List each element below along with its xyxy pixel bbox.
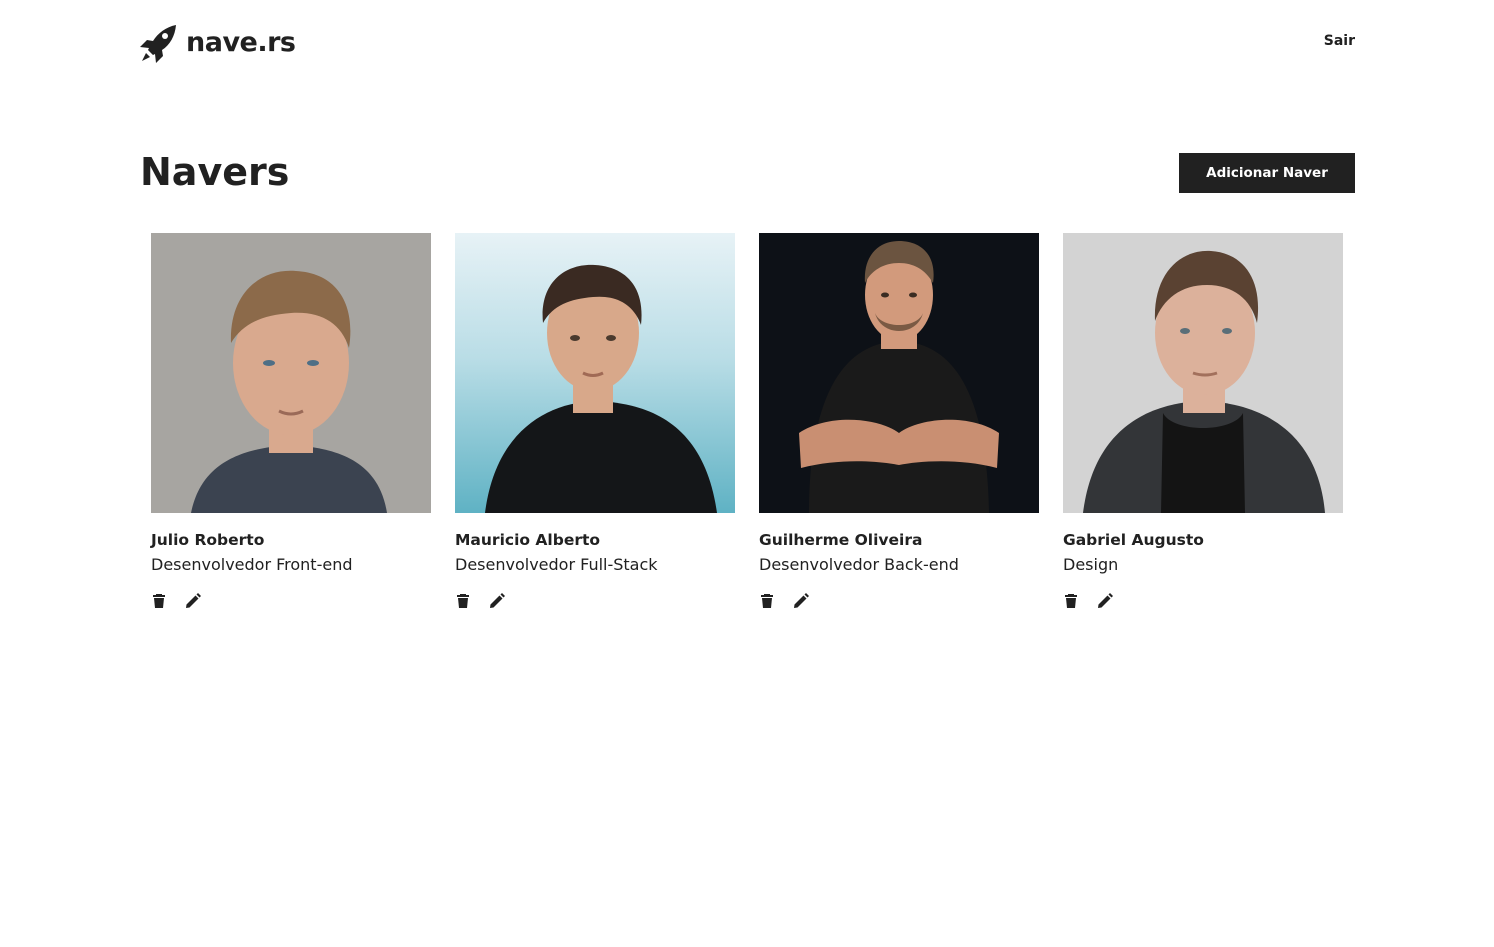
naver-card: Mauricio Alberto Desenvolvedor Full-Stac… xyxy=(455,233,735,610)
pencil-icon[interactable] xyxy=(1097,593,1113,609)
naver-actions xyxy=(151,592,431,610)
avatar xyxy=(1063,233,1343,513)
naver-name: Julio Roberto xyxy=(151,531,265,549)
navers-grid: Julio Roberto Desenvolvedor Front-end Ma… xyxy=(151,233,1343,610)
naver-actions xyxy=(759,592,1039,610)
add-naver-button[interactable]: Adicionar Naver xyxy=(1179,153,1355,193)
naver-card: Guilherme Oliveira Desenvolvedor Back-en… xyxy=(759,233,1039,610)
brand-name: nave.rs xyxy=(186,27,296,58)
naver-actions xyxy=(455,592,735,610)
avatar xyxy=(455,233,735,513)
trash-icon[interactable] xyxy=(1063,593,1079,609)
naver-job-role: Desenvolvedor Front-end xyxy=(151,555,353,574)
naver-actions xyxy=(1063,592,1343,610)
naver-job-role: Desenvolvedor Full-Stack xyxy=(455,555,658,574)
pencil-icon[interactable] xyxy=(185,593,201,609)
trash-icon[interactable] xyxy=(759,593,775,609)
naver-name: Mauricio Alberto xyxy=(455,531,601,549)
naver-job-role: Desenvolvedor Back-end xyxy=(759,555,959,574)
logout-link[interactable]: Sair xyxy=(1324,33,1355,49)
naver-photo[interactable] xyxy=(759,233,1039,513)
app-header: nave.rs Sair xyxy=(140,22,1355,64)
naver-name: Guilherme Oliveira xyxy=(759,531,923,549)
pencil-icon[interactable] xyxy=(793,593,809,609)
rocket-icon xyxy=(140,23,178,63)
avatar xyxy=(759,233,1039,513)
page: nave.rs Sair Navers Adicionar Naver Juli… xyxy=(0,0,1494,947)
naver-photo[interactable] xyxy=(1063,233,1343,513)
avatar xyxy=(151,233,431,513)
pencil-icon[interactable] xyxy=(489,593,505,609)
naver-card: Julio Roberto Desenvolvedor Front-end xyxy=(151,233,431,610)
page-title: Navers xyxy=(140,150,290,194)
trash-icon[interactable] xyxy=(455,593,471,609)
brand-logo[interactable]: nave.rs xyxy=(140,22,296,64)
naver-photo[interactable] xyxy=(455,233,735,513)
naver-name: Gabriel Augusto xyxy=(1063,531,1204,549)
naver-card: Gabriel Augusto Design xyxy=(1063,233,1343,610)
naver-photo[interactable] xyxy=(151,233,431,513)
naver-job-role: Design xyxy=(1063,555,1119,574)
trash-icon[interactable] xyxy=(151,593,167,609)
